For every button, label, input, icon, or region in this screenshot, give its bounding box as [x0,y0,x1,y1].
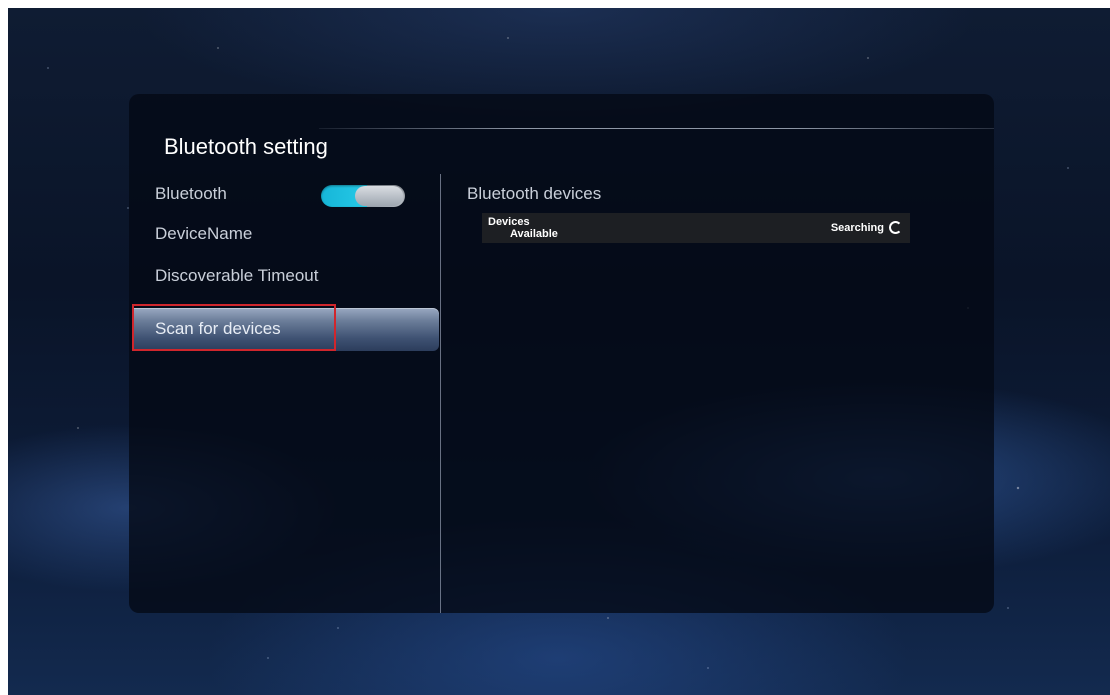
toggle-knob [355,186,403,206]
bluetooth-settings-panel: Bluetooth setting Bluetooth DeviceName D… [129,94,994,613]
menu-item-bluetooth[interactable]: Bluetooth [155,184,227,204]
bluetooth-toggle[interactable] [321,185,405,207]
devices-header-label: Devices [488,216,530,228]
searching-label: Searching [830,221,884,234]
available-header-label: Available [510,228,558,240]
menu-item-devicename[interactable]: DeviceName [155,224,252,244]
devices-section-title: Bluetooth devices [467,184,602,203]
tv-screen: Bluetooth setting Bluetooth DeviceName D… [8,8,1110,695]
spinner-icon [889,221,902,234]
header-rule [319,128,994,129]
searching-status: Searching [831,221,902,234]
selection-highlight-box [132,304,336,351]
page-title: Bluetooth setting [164,134,328,159]
menu-item-discoverable-timeout[interactable]: Discoverable Timeout [155,266,318,286]
vertical-divider [440,174,441,613]
devices-header-bar: Devices Available Searching [482,213,910,243]
